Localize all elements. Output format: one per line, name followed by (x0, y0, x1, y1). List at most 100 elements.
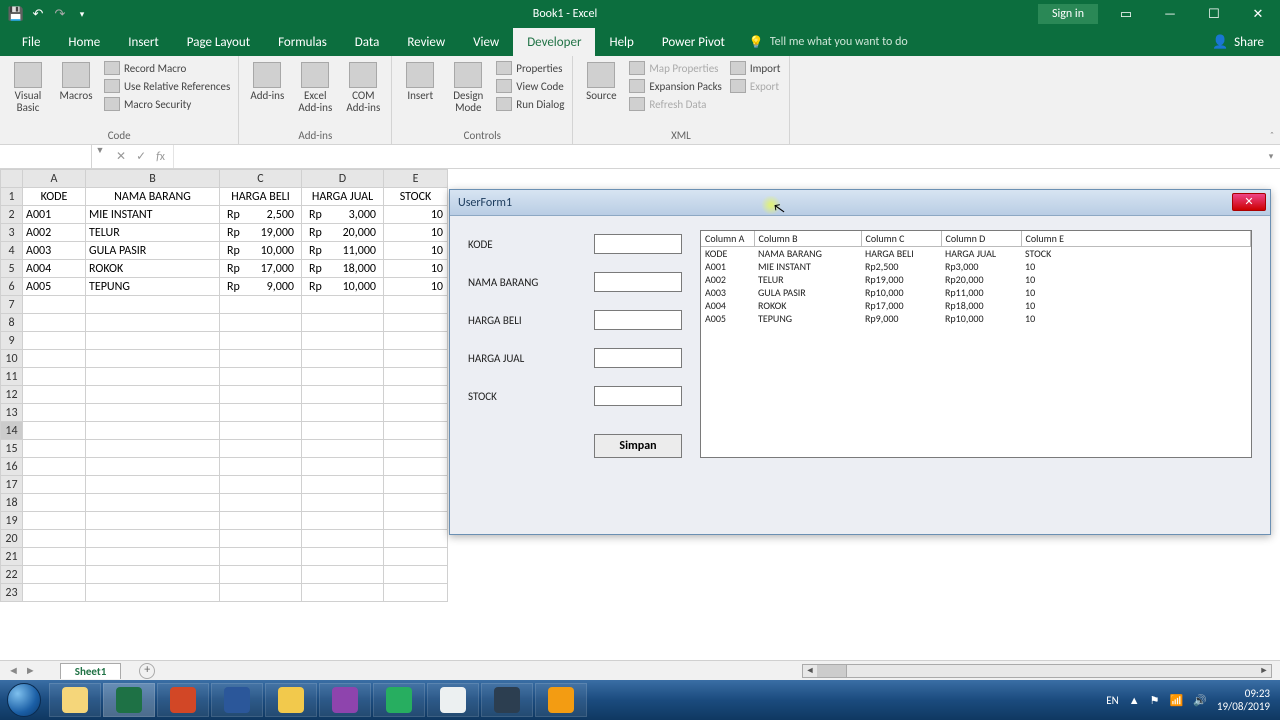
start-button[interactable] (0, 680, 48, 720)
share-button[interactable]: Share (1234, 35, 1264, 50)
run-dialog-button[interactable]: Run Dialog (494, 96, 566, 112)
taskbar-clock[interactable]: 09:23 19/08/2019 (1217, 687, 1270, 713)
expansion-packs-button[interactable]: Expansion Packs (627, 78, 723, 94)
titlebar: 💾 ↶ ↷ ▾ Book1 - Excel Sign in ▭ — ☐ ✕ (0, 0, 1280, 28)
tab-home[interactable]: Home (54, 28, 114, 56)
group-controls-label: Controls (398, 129, 566, 144)
label-kode: KODE (468, 238, 578, 251)
simpan-button[interactable]: Simpan (594, 434, 682, 458)
record-macro-button[interactable]: Record Macro (102, 60, 232, 76)
sheet-tab-sheet1[interactable]: Sheet1 (60, 663, 122, 679)
xml-source-button[interactable]: Source (579, 60, 623, 102)
use-relative-button[interactable]: Use Relative References (102, 78, 232, 94)
taskbar-app10[interactable] (535, 683, 587, 717)
map-properties-button: Map Properties (627, 60, 723, 76)
tellme-search[interactable]: 💡 Tell me what you want to do (739, 28, 908, 56)
qat-customize-icon[interactable]: ▾ (72, 4, 92, 24)
taskbar-explorer[interactable] (49, 683, 101, 717)
userform-titlebar[interactable]: UserForm1 ✕ (450, 190, 1270, 216)
tray-network-icon[interactable]: 📶 (1169, 694, 1183, 707)
taskbar: EN ▲ ⚑ 📶 🔊 09:23 19/08/2019 (0, 680, 1280, 720)
tray-volume-icon[interactable]: 🔊 (1193, 694, 1207, 707)
horizontal-scrollbar[interactable]: ◄ ► (802, 664, 1272, 678)
tab-review[interactable]: Review (393, 28, 459, 56)
share-icon: 👤 (1212, 35, 1228, 50)
refresh-data-button: Refresh Data (627, 96, 723, 112)
macros-button[interactable]: Macros (54, 60, 98, 102)
input-beli[interactable] (594, 310, 682, 330)
tellme-placeholder: Tell me what you want to do (770, 35, 908, 49)
taskbar-powerpoint[interactable] (157, 683, 209, 717)
userform-dialog[interactable]: UserForm1 ✕ KODE NAMA BARANG HARGA BELI … (449, 189, 1271, 535)
label-stock: STOCK (468, 390, 578, 403)
tab-data[interactable]: Data (341, 28, 394, 56)
taskbar-word[interactable] (211, 683, 263, 717)
userform-listbox[interactable]: Column AColumn BColumn CColumn DColumn E… (700, 230, 1252, 458)
collapse-ribbon-icon[interactable]: ˆ (1270, 129, 1274, 142)
scroll-right-icon[interactable]: ► (1257, 665, 1271, 677)
label-nama: NAMA BARANG (468, 276, 578, 289)
taskbar-app6[interactable] (319, 683, 371, 717)
userform-close-button[interactable]: ✕ (1232, 193, 1266, 211)
expand-formula-icon[interactable]: ▾ (1262, 145, 1280, 168)
fx-icon[interactable]: fx (156, 150, 165, 164)
tray-flag-icon[interactable]: ⚑ (1150, 694, 1160, 707)
group-code-label: Code (6, 129, 232, 144)
excel-addins-button[interactable]: Excel Add-ins (293, 60, 337, 114)
save-icon[interactable]: 💾 (6, 4, 26, 24)
enter-icon[interactable]: ✓ (136, 149, 146, 164)
cancel-icon[interactable]: ✕ (116, 149, 126, 164)
add-sheet-button[interactable]: + (139, 663, 155, 679)
design-mode-button[interactable]: Design Mode (446, 60, 490, 114)
properties-button[interactable]: Properties (494, 60, 566, 76)
taskbar-excel[interactable] (103, 683, 155, 717)
tab-pagelayout[interactable]: Page Layout (173, 28, 264, 56)
name-box[interactable] (0, 145, 92, 168)
taskbar-app9[interactable] (481, 683, 533, 717)
input-jual[interactable] (594, 348, 682, 368)
visual-basic-button[interactable]: Visual Basic (6, 60, 50, 114)
tab-powerpivot[interactable]: Power Pivot (648, 28, 739, 56)
taskbar-app8[interactable] (427, 683, 479, 717)
addins-button[interactable]: Add-ins (245, 60, 289, 102)
window-title: Book1 - Excel (92, 7, 1038, 21)
userform-title-text: UserForm1 (458, 196, 512, 210)
close-button[interactable]: ✕ (1236, 0, 1280, 28)
formula-input[interactable] (174, 145, 1262, 168)
tab-help[interactable]: Help (595, 28, 647, 56)
bulb-icon: 💡 (749, 35, 764, 50)
tab-view[interactable]: View (459, 28, 513, 56)
redo-icon[interactable]: ↷ (50, 4, 70, 24)
ribbon: Visual Basic Macros Record Macro Use Rel… (0, 56, 1280, 145)
label-jual: HARGA JUAL (468, 352, 578, 365)
undo-icon[interactable]: ↶ (28, 4, 48, 24)
sheet-nav-next-icon[interactable]: ► (25, 664, 36, 677)
macro-security-button[interactable]: Macro Security (102, 96, 232, 112)
import-button[interactable]: Import (728, 60, 783, 76)
taskbar-app5[interactable] (265, 683, 317, 717)
input-nama[interactable] (594, 272, 682, 292)
sheet-tabs-bar: ◄ ► Sheet1 + ◄ ► (0, 660, 1280, 680)
tab-insert[interactable]: Insert (114, 28, 173, 56)
taskbar-app7[interactable] (373, 683, 425, 717)
language-indicator[interactable]: EN (1106, 694, 1118, 707)
signin-button[interactable]: Sign in (1038, 4, 1098, 24)
minimize-button[interactable]: — (1148, 0, 1192, 28)
tab-developer[interactable]: Developer (513, 28, 595, 56)
sheet-nav-prev-icon[interactable]: ◄ (8, 664, 19, 677)
scroll-left-icon[interactable]: ◄ (803, 665, 817, 677)
com-addins-button[interactable]: COM Add-ins (341, 60, 385, 114)
tray-chevron-icon[interactable]: ▲ (1129, 694, 1140, 707)
formula-bar: ▼ ✕ ✓ fx ▾ (0, 145, 1280, 169)
input-kode[interactable] (594, 234, 682, 254)
tab-file[interactable]: File (8, 28, 54, 56)
label-beli: HARGA BELI (468, 314, 578, 327)
maximize-button[interactable]: ☐ (1192, 0, 1236, 28)
view-code-button[interactable]: View Code (494, 78, 566, 94)
namebox-dropdown-icon[interactable]: ▼ (92, 145, 108, 168)
tab-formulas[interactable]: Formulas (264, 28, 341, 56)
insert-control-button[interactable]: Insert (398, 60, 442, 102)
input-stock[interactable] (594, 386, 682, 406)
ribbon-display-icon[interactable]: ▭ (1104, 0, 1148, 28)
ribbon-tabs: File Home Insert Page Layout Formulas Da… (0, 28, 1280, 56)
